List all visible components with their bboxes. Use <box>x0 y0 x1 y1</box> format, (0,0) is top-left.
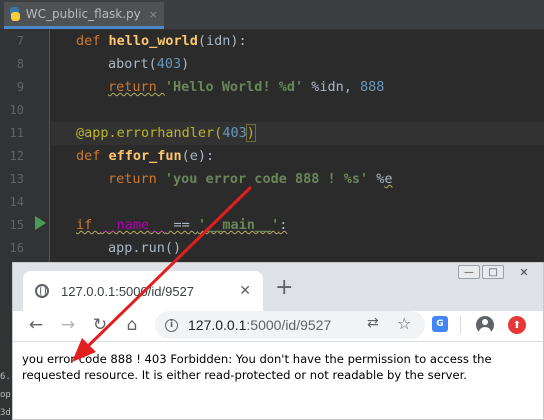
line-number: 7 <box>16 34 24 48</box>
code-token: 403 <box>222 125 247 141</box>
line-number: 10 <box>9 103 24 117</box>
code-token: app.run() <box>108 240 182 256</box>
back-icon[interactable]: ← <box>25 314 47 336</box>
code-token: def <box>76 33 109 49</box>
close-icon[interactable]: × <box>149 8 158 21</box>
python-file-icon <box>10 7 20 21</box>
code-line: return 'Hello World! %d' %idn, 888 <box>51 76 544 99</box>
editor-tab-label: WC_public_flask.py <box>25 7 141 21</box>
line-number: 16 <box>9 241 24 255</box>
code-line: return 'you error code 888 ! %s' %e <box>51 168 544 191</box>
reload-icon[interactable]: ↻ <box>89 314 111 336</box>
new-tab-button[interactable]: + <box>275 277 293 299</box>
code-line: def effor_fun(e): <box>51 145 544 168</box>
code-token: effor_fun <box>108 148 182 164</box>
code-token: @app.errorhandler( <box>76 125 223 141</box>
minimize-button[interactable]: — <box>458 265 480 279</box>
globe-icon <box>35 284 49 298</box>
browser-tab-title: 127.0.0.1:5000/id/9527 <box>61 283 195 299</box>
page-content: you error code 888 ! 403 Forbidden: You … <box>13 341 543 419</box>
code-token: 'Hello World! %d' <box>164 79 304 95</box>
code-line: def hello_world(idn): <box>51 30 544 53</box>
clipped-text: 6. <box>0 372 11 382</box>
code-token: % <box>368 171 385 187</box>
editor-tab[interactable]: WC_public_flask.py × <box>4 2 164 29</box>
code-token: %idn, <box>303 79 360 95</box>
home-icon[interactable]: ⌂ <box>121 314 143 336</box>
toolbar-separator <box>460 316 461 334</box>
line-number: 9 <box>16 80 24 94</box>
info-icon[interactable]: i <box>165 318 178 332</box>
browser-tab[interactable]: 127.0.0.1:5000/id/9527 ✕ <box>23 271 263 311</box>
code-line: if __name__ == '__main__': <box>51 214 544 237</box>
code-token: return <box>108 171 165 187</box>
code-line: app.run() <box>51 237 544 260</box>
line-number: 13 <box>9 172 24 186</box>
code-token: 'you error code 888 ! %s' <box>164 171 369 187</box>
code-token: 403 <box>156 56 182 72</box>
bookmark-star-icon[interactable]: ☆ <box>397 314 411 333</box>
editor-tab-bar: WC_public_flask.py × <box>0 0 544 30</box>
window-controls: — □ ✕ <box>457 263 543 281</box>
url-path: :5000/id/9527 <box>246 317 332 333</box>
code-token: e <box>384 171 393 187</box>
code-token: ) <box>181 56 190 72</box>
code-token: 888 <box>359 79 385 95</box>
browser-window: 127.0.0.1:5000/id/9527 ✕ + — □ ✕ ← → ↻ ⌂… <box>12 262 544 420</box>
clipped-text: 3d <box>0 408 11 418</box>
address-bar[interactable]: i 127.0.0.1:5000/id/9527 ⇄ ☆ <box>155 311 425 339</box>
google-translate-extension-icon[interactable]: G <box>432 316 448 332</box>
code-token: : <box>279 217 288 233</box>
code-line: abort(403) <box>51 53 544 76</box>
code-token: (idn): <box>197 33 247 49</box>
line-number: 12 <box>9 149 24 163</box>
code-line: @app.errorhandler(403) <box>51 122 544 145</box>
code-token: '__main__' <box>197 217 280 233</box>
code-token: def <box>76 148 109 164</box>
url-host: 127.0.0.1 <box>188 317 247 333</box>
line-number: 11 <box>9 126 24 140</box>
code-token: abort( <box>108 56 157 72</box>
close-icon[interactable]: ✕ <box>239 283 251 299</box>
code-token: hello_world <box>108 33 198 49</box>
code-token: if <box>76 217 101 233</box>
code-token: (e): <box>181 148 215 164</box>
maximize-button[interactable]: □ <box>482 265 504 279</box>
code-token: == <box>165 217 198 233</box>
close-window-button[interactable]: ✕ <box>505 263 543 281</box>
profile-avatar-icon[interactable] <box>476 316 494 334</box>
browser-toolbar: ← → ↻ ⌂ i 127.0.0.1:5000/id/9527 ⇄ ☆ G ⬆ <box>13 311 543 339</box>
code-token: ) <box>245 124 256 142</box>
line-number: 15 <box>9 218 24 232</box>
line-number: 8 <box>16 57 24 71</box>
forward-icon[interactable]: → <box>57 314 79 336</box>
translate-icon[interactable]: ⇄ <box>367 315 379 331</box>
clipped-side-text: 6. op 3d <box>0 368 12 420</box>
clipped-text: op <box>0 390 11 400</box>
browser-titlebar: 127.0.0.1:5000/id/9527 ✕ + — □ ✕ <box>13 263 543 311</box>
line-number: 14 <box>9 195 24 209</box>
code-token: __name__ <box>100 217 166 233</box>
run-icon[interactable] <box>35 216 46 230</box>
update-extension-icon[interactable]: ⬆ <box>508 316 526 334</box>
code-token: return <box>108 79 165 95</box>
error-page-text: you error code 888 ! 403 Forbidden: You … <box>22 352 492 382</box>
